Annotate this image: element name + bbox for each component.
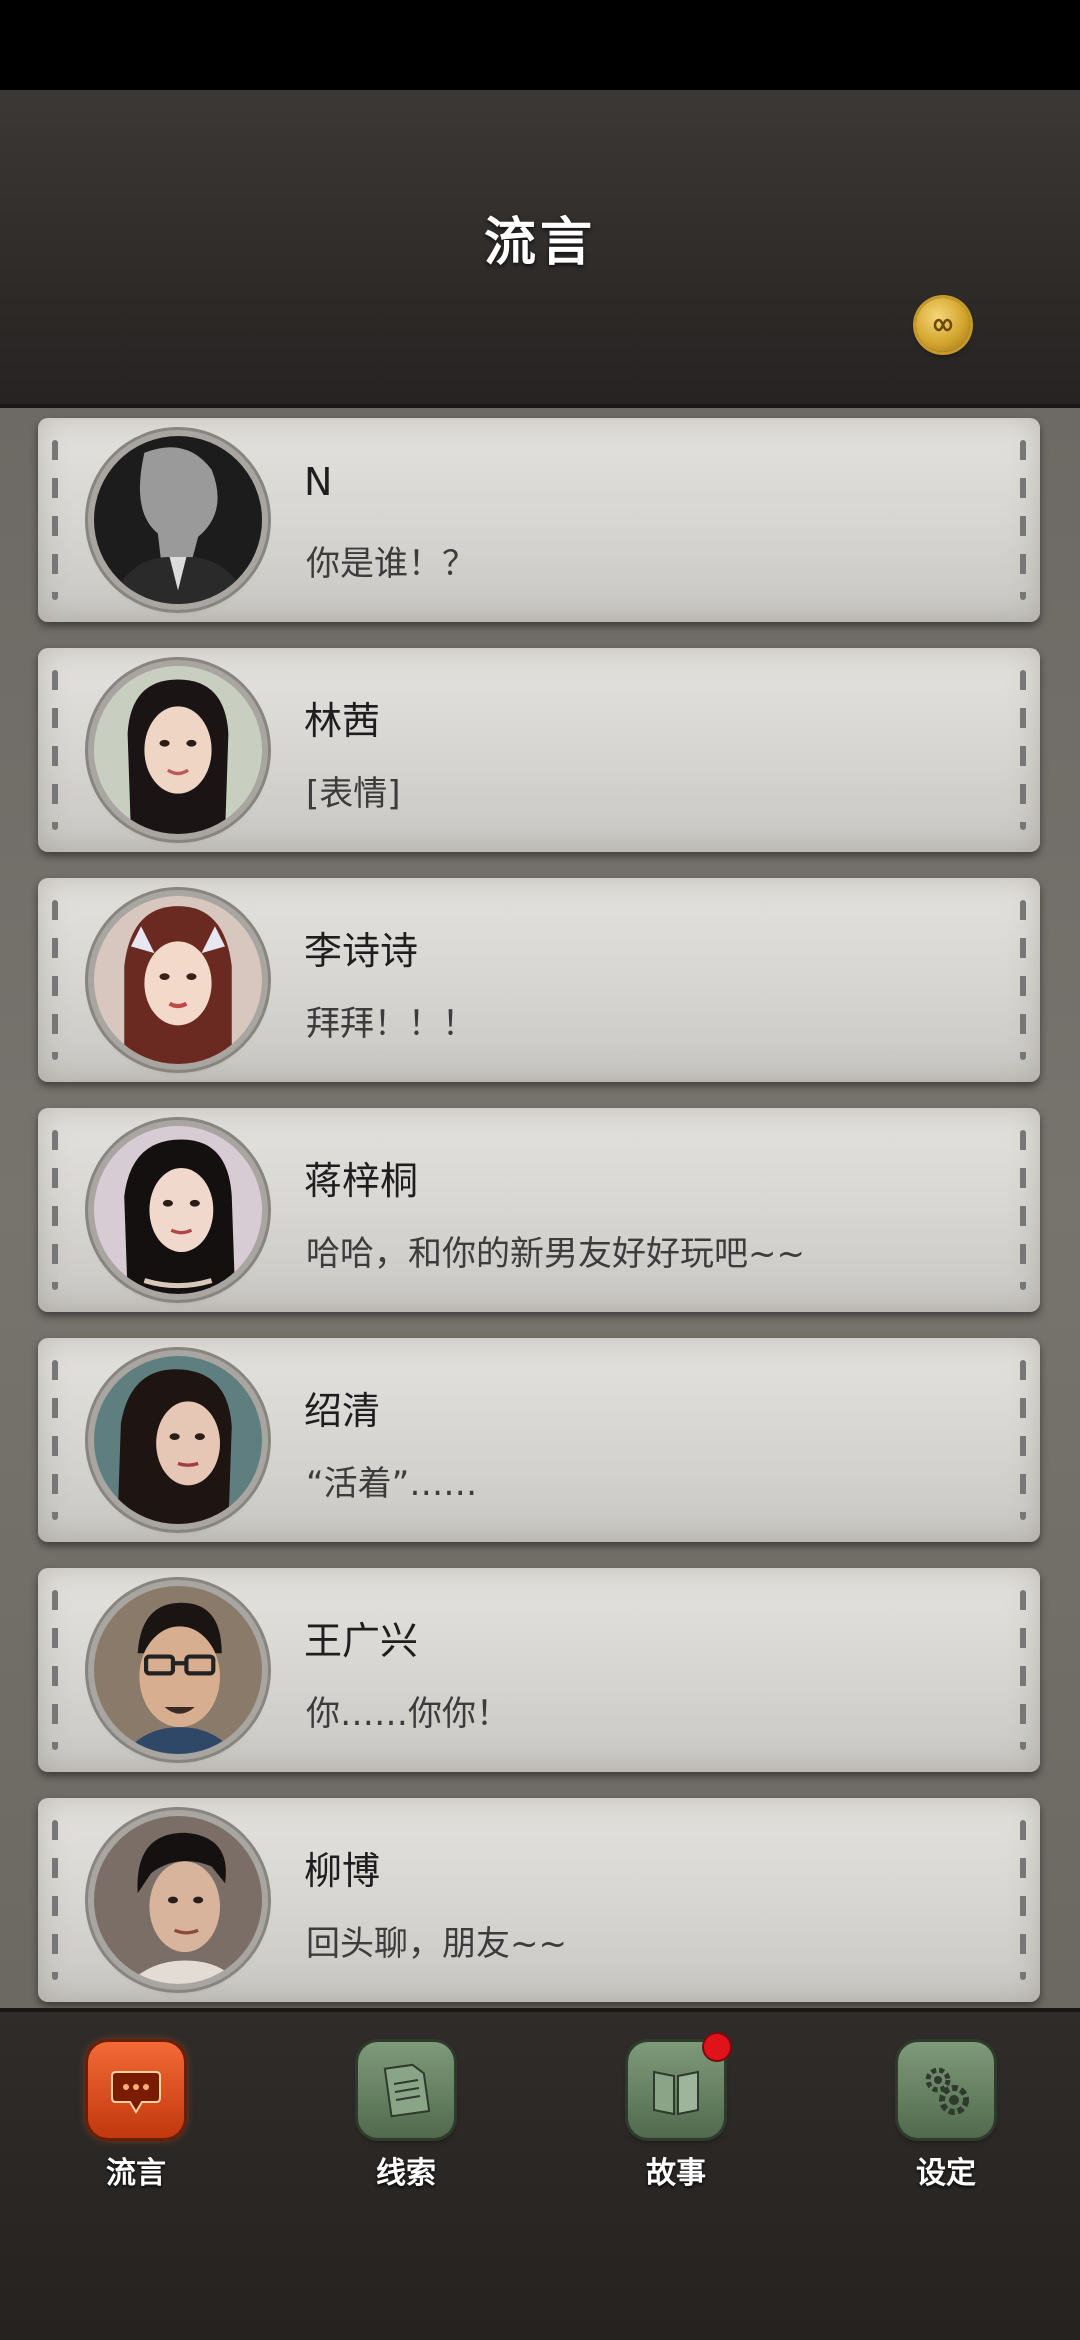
notification-badge [704, 2034, 730, 2060]
last-message: 回头聊，朋友~~ [306, 1924, 567, 1964]
contact-name: 林茜 [304, 699, 381, 743]
last-message: [表情] [306, 774, 401, 814]
stitch-decoration [1020, 1590, 1026, 1750]
contact-card-shaoqing[interactable]: 绍清 “活着”…… [38, 1338, 1040, 1542]
last-message: “活着”…… [306, 1464, 478, 1504]
stitch-decoration [1020, 1360, 1026, 1520]
header: 流言 [0, 90, 1080, 408]
contact-name: 柳博 [304, 1849, 381, 1893]
avatar [94, 436, 262, 604]
avatar [94, 896, 262, 1064]
tab-label: 设定 [916, 2156, 976, 2191]
tab-rumors[interactable]: 流言 [66, 2042, 206, 2202]
stitch-decoration [52, 1130, 58, 1290]
document-icon [358, 2042, 454, 2138]
tab-story[interactable]: 故事 [606, 2034, 746, 2202]
last-message: 你是谁！？ [306, 544, 476, 584]
contact-card-jiangzitong[interactable]: 蒋梓桐 哈哈，和你的新男友好好玩吧~~ [38, 1108, 1040, 1312]
contact-name: 绍清 [304, 1389, 381, 1433]
avatar [94, 666, 262, 834]
infinite-coin-button[interactable] [916, 298, 970, 352]
stitch-decoration [1020, 1820, 1026, 1980]
contact-card-lishishi[interactable]: 李诗诗 拜拜！！！ [38, 878, 1040, 1082]
contact-card-liubo[interactable]: 柳博 回头聊，朋友~~ [38, 1798, 1040, 2002]
last-message: 哈哈，和你的新男友好好玩吧~~ [306, 1234, 805, 1274]
chat-bubble-icon [88, 2042, 184, 2138]
stitch-decoration [52, 1360, 58, 1520]
contact-name: 李诗诗 [304, 929, 419, 973]
stitch-decoration [1020, 670, 1026, 830]
contact-card-wangguangxing[interactable]: 王广兴 你……你你！ [38, 1568, 1040, 1772]
page-title: 流言 [483, 212, 596, 273]
tab-label: 线索 [376, 2156, 436, 2191]
stitch-decoration [1020, 900, 1026, 1060]
stitch-decoration [52, 440, 58, 600]
avatar [94, 1356, 262, 1524]
contact-card-linqian[interactable]: 林茜 [表情] [38, 648, 1040, 852]
stitch-decoration [52, 1820, 58, 1980]
status-bar [0, 0, 1080, 90]
tab-settings[interactable]: 设定 [876, 2042, 1016, 2202]
last-message: 你……你你！ [306, 1694, 510, 1734]
contact-name: 蒋梓桐 [304, 1159, 419, 1203]
stitch-decoration [52, 670, 58, 830]
stitch-decoration [52, 900, 58, 1060]
tab-clues[interactable]: 线索 [336, 2042, 476, 2202]
contact-card-n[interactable]: N 你是谁！？ [38, 418, 1040, 622]
avatar [94, 1816, 262, 1984]
last-message: 拜拜！！！ [306, 1004, 476, 1044]
bottom-tab-bar: 流言 线索 故事 设定 [0, 2008, 1080, 2340]
contact-name: 王广兴 [304, 1619, 419, 1663]
avatar [94, 1126, 262, 1294]
infinity-icon [933, 318, 953, 332]
contact-list: N 你是谁！？ 林茜 [表情] 李诗诗 拜拜！！！ 蒋梓桐 哈哈，和你的新男友好… [0, 408, 1080, 2008]
stitch-decoration [52, 1590, 58, 1750]
stitch-decoration [1020, 440, 1026, 600]
gears-icon [898, 2042, 994, 2138]
stitch-decoration [1020, 1130, 1026, 1290]
avatar [94, 1586, 262, 1754]
tab-label: 流言 [106, 2156, 166, 2191]
book-icon [628, 2034, 730, 2138]
tab-label: 故事 [646, 2156, 706, 2191]
contact-name: N [304, 460, 333, 504]
